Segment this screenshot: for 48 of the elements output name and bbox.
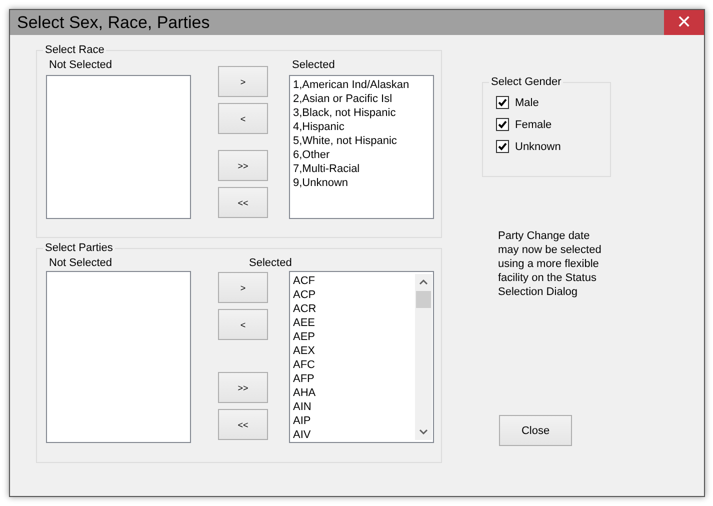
list-item[interactable]: 4,Hispanic <box>293 120 433 134</box>
selected-list[interactable]: 1,American Ind/Alaskan 2,Asian or Pacific Isl 3,Black, not Hispanic 4,Hispanic 5,White, not Hispanic 6,Other 7,Multi-Racial 9,Unknown <box>289 75 434 219</box>
move-button[interactable]: << <box>218 187 268 218</box>
checkbox-label[interactable]: Male <box>515 96 539 108</box>
move-button[interactable]: >> <box>218 150 268 181</box>
close-dialog-button[interactable]: Close <box>499 415 572 446</box>
list-item[interactable]: AFC <box>293 358 415 372</box>
list-item[interactable]: 9,Unknown <box>293 176 433 190</box>
list-item[interactable]: AFP <box>293 372 415 386</box>
list-item[interactable]: 7,Multi-Racial <box>293 162 433 176</box>
move-button[interactable]: < <box>218 309 268 340</box>
list-item[interactable]: 6,Other <box>293 148 433 162</box>
checkbox-label[interactable]: Female <box>515 118 552 130</box>
list-item[interactable]: ACP <box>293 288 415 302</box>
list-item[interactable]: ACR <box>293 302 415 316</box>
list-item[interactable]: AEE <box>293 316 415 330</box>
list-label: Not Selected <box>48 59 113 71</box>
checkbox[interactable] <box>496 96 509 109</box>
list-item[interactable]: AEP <box>293 330 415 344</box>
info-text: Party Change date may now be selected using a more flexible facility on the Status Selection Dialog <box>498 229 602 299</box>
checkbox-label[interactable]: Unknown <box>515 140 561 152</box>
scrollbar[interactable] <box>415 274 432 440</box>
list-label: Selected <box>248 257 293 269</box>
move-button[interactable]: > <box>218 66 268 97</box>
list-label: Selected <box>291 59 336 71</box>
list-item[interactable]: 1,American Ind/Alaskan <box>293 78 433 92</box>
list-item[interactable]: 3,Black, not Hispanic <box>293 106 433 120</box>
window-title: Select Sex, Race, Parties <box>16 12 210 32</box>
move-button[interactable]: > <box>218 272 268 303</box>
not-selected-list[interactable] <box>46 271 191 443</box>
selected-list[interactable]: ACF ACP ACR AEE AEP AEX AFC AFP AHA AIN AIP AIV <box>289 271 434 443</box>
list-item[interactable]: AEX <box>293 344 415 358</box>
list-item[interactable]: 5,White, not Hispanic <box>293 134 433 148</box>
list-item[interactable]: AIN <box>293 400 415 414</box>
move-button[interactable]: << <box>218 409 268 440</box>
checkbox[interactable] <box>496 118 509 131</box>
list-item[interactable]: AHA <box>293 386 415 400</box>
not-selected-list[interactable] <box>46 75 191 219</box>
scroll-thumb[interactable] <box>416 291 431 308</box>
move-button[interactable]: < <box>218 103 268 134</box>
close-button[interactable]: ✕ <box>664 10 704 35</box>
list-item[interactable]: AIV <box>293 428 415 442</box>
checkbox[interactable] <box>496 140 509 153</box>
move-button[interactable]: >> <box>218 372 268 403</box>
list-label: Not Selected <box>48 257 113 269</box>
list-item[interactable]: ACF <box>293 274 415 288</box>
list-item[interactable]: AIP <box>293 414 415 428</box>
list-item[interactable]: 2,Asian or Pacific Isl <box>293 92 433 106</box>
